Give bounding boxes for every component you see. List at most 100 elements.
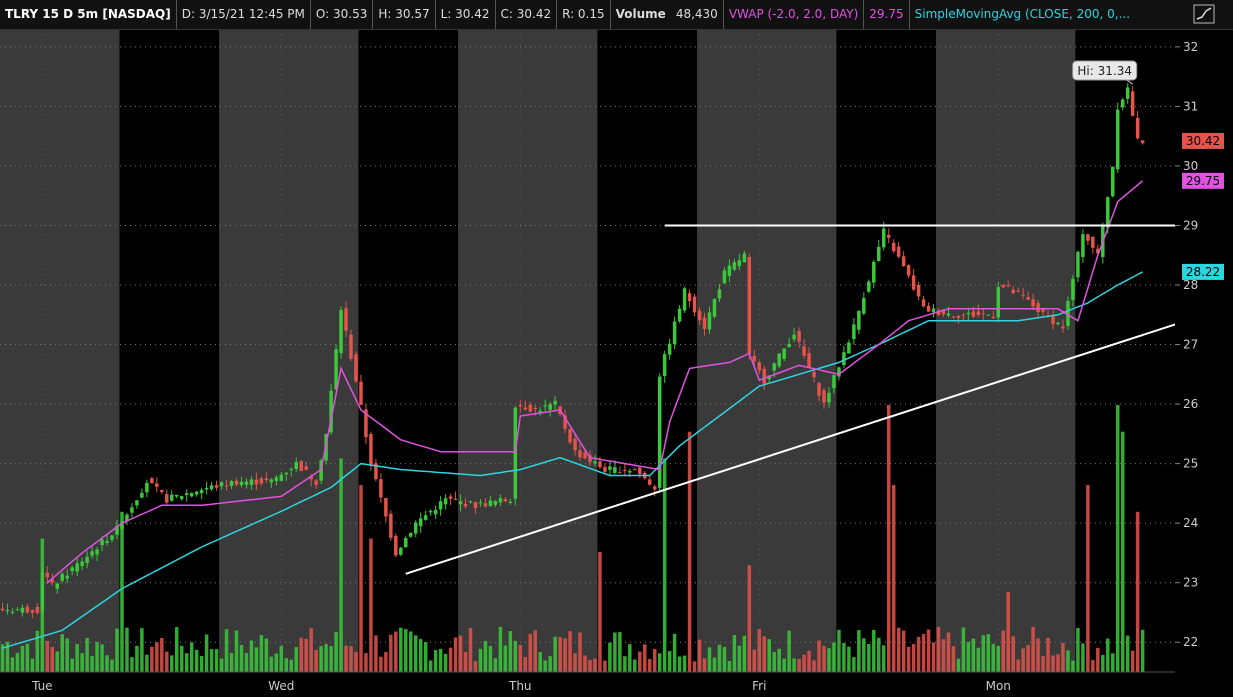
candle-body xyxy=(110,535,114,540)
candle-body xyxy=(568,429,572,443)
volume-bar xyxy=(160,637,164,672)
volume-bar xyxy=(603,660,607,672)
candle-body xyxy=(986,314,991,316)
low-readout: L: 30.42 xyxy=(436,0,496,29)
candle-body xyxy=(473,502,478,508)
x-tick-label: Wed xyxy=(268,679,294,693)
volume-bar xyxy=(214,649,219,672)
volume-bar xyxy=(269,656,274,672)
volume-bar xyxy=(1066,650,1070,672)
candle-body xyxy=(369,433,373,466)
volume-bar xyxy=(857,630,861,672)
candle-body xyxy=(135,500,139,506)
volume-bar xyxy=(150,646,154,672)
volume-bar xyxy=(453,637,458,672)
volume-bar xyxy=(274,653,279,672)
sma-label[interactable]: SimpleMovingAvg (CLOSE, 200, 0,... xyxy=(910,0,1135,29)
candle-body xyxy=(906,265,911,276)
volume-bar xyxy=(418,639,423,672)
volume-bar xyxy=(478,648,483,672)
candle-body xyxy=(647,479,652,485)
candle-body xyxy=(1026,297,1030,300)
candle-body xyxy=(697,310,702,321)
volume-bar xyxy=(1106,638,1110,672)
candle-body xyxy=(413,522,418,534)
volume-bar xyxy=(867,644,871,672)
chart-style-icon[interactable] xyxy=(1193,4,1215,24)
volume-bar xyxy=(578,632,582,672)
time-axis-bg xyxy=(0,672,1233,697)
candle-body xyxy=(399,547,403,555)
volume-bar xyxy=(881,645,886,672)
symbol-label[interactable]: TLRY 15 D 5m [NASDAQ] xyxy=(0,0,177,29)
candle-body xyxy=(384,498,388,517)
candle-body xyxy=(598,461,602,468)
chart-root: Hi: 31.34 22 23 24 25 26 27 28 29 30 31 32 30.42 29.7… xyxy=(0,0,1233,697)
volume-bar xyxy=(1135,511,1140,672)
afterhours-band xyxy=(936,29,1076,672)
volume-bar xyxy=(732,635,737,672)
volume-bar xyxy=(175,627,179,672)
candle-body xyxy=(498,498,503,503)
candle-body xyxy=(742,253,747,263)
vwap-label[interactable]: VWAP (-2.0, 2.0, DAY) xyxy=(724,0,865,29)
candle-body xyxy=(732,262,737,270)
candle-body xyxy=(100,539,104,546)
volume-bar xyxy=(483,640,488,672)
candle-body xyxy=(971,311,976,317)
candle-body xyxy=(483,503,488,507)
candle-body xyxy=(951,316,956,318)
volume-bar xyxy=(458,635,463,672)
candle-body xyxy=(583,452,587,459)
volume-bar xyxy=(652,648,657,672)
volume-label: Volume xyxy=(615,7,666,21)
volume-bar xyxy=(359,485,363,672)
candle-body xyxy=(30,610,35,613)
candle-body xyxy=(90,551,94,556)
candle-body xyxy=(1086,234,1090,241)
volume-bar xyxy=(105,655,109,672)
candle-body xyxy=(1031,299,1035,307)
volume-bar xyxy=(428,660,433,672)
candle-body xyxy=(1006,285,1010,287)
volume-bar xyxy=(901,630,906,672)
price-chart[interactable]: Hi: 31.34 22 23 24 25 26 27 28 29 30 31 32 30.42 29.7… xyxy=(0,0,1233,697)
volume-bar xyxy=(518,645,523,672)
candle-body xyxy=(901,256,906,266)
candle-body xyxy=(344,308,348,331)
candle-body xyxy=(244,481,249,485)
volume-bar xyxy=(966,642,971,672)
volume-bar xyxy=(906,646,911,672)
volume-bar xyxy=(498,626,503,672)
volume-bar xyxy=(1046,637,1050,672)
candle-body xyxy=(349,334,353,359)
volume-bar xyxy=(916,636,921,672)
volume-bar xyxy=(886,405,891,672)
volume-bar xyxy=(926,629,931,672)
volume-bar xyxy=(697,639,702,672)
candle-body xyxy=(209,485,214,490)
candle-body xyxy=(886,234,891,238)
candle-body xyxy=(548,403,552,410)
candle-body xyxy=(916,284,921,297)
session-band xyxy=(119,29,220,672)
candle-body xyxy=(10,611,15,613)
volume-bar xyxy=(757,629,762,672)
candle-body xyxy=(762,368,766,384)
volume-value: 48,430 xyxy=(671,0,724,29)
volume-bar xyxy=(254,647,259,672)
candle-body xyxy=(1120,99,1125,108)
volume-bar xyxy=(25,643,30,672)
volume-bar xyxy=(981,635,986,672)
candle-body xyxy=(523,407,528,410)
candle-body xyxy=(259,478,264,484)
y-tick-label: 24 xyxy=(1183,516,1198,530)
candle-body xyxy=(543,405,547,407)
candle-body xyxy=(55,583,59,589)
volume-bar xyxy=(986,634,991,672)
volume-bar xyxy=(329,646,333,672)
candle-body xyxy=(877,246,881,261)
volume-bar xyxy=(722,646,727,672)
x-tick-label: Tue xyxy=(31,679,53,693)
candle-body xyxy=(254,479,259,485)
